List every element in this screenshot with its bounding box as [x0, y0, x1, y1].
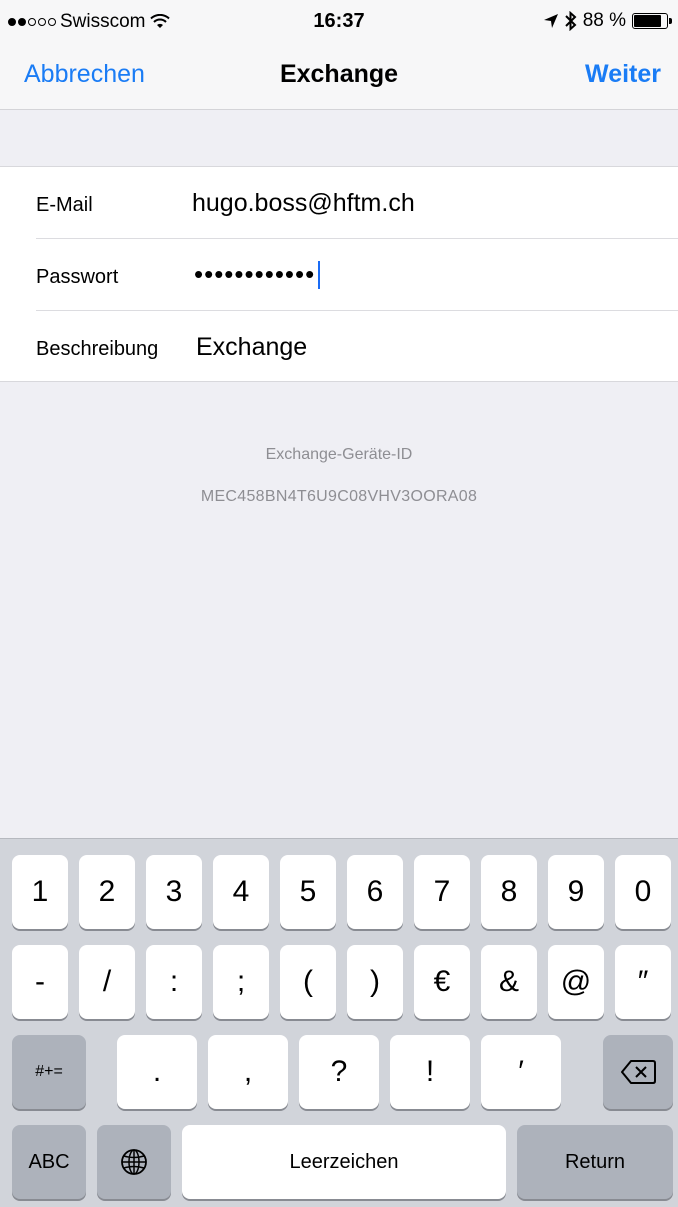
key-1[interactable]: 1 — [12, 855, 68, 929]
key-semicolon[interactable]: ; — [213, 945, 269, 1019]
key-at[interactable]: @ — [548, 945, 604, 1019]
description-field[interactable]: Exchange — [196, 333, 307, 362]
page-title: Exchange — [279, 60, 399, 88]
globe-icon — [121, 1149, 147, 1175]
email-label: E-Mail — [36, 194, 93, 216]
device-id-label: Exchange-Geräte-ID — [265, 446, 413, 463]
email-field[interactable]: hugo.boss@hftm.ch — [192, 189, 415, 218]
key-apostrophe[interactable]: ′ — [481, 1035, 561, 1109]
key-ampersand[interactable]: & — [481, 945, 537, 1019]
status-bar: Swisscom 16:37 88 % — [0, 0, 678, 40]
battery-icon — [632, 13, 672, 29]
key-double-quote[interactable]: ″ — [615, 945, 671, 1019]
key-euro[interactable]: € — [414, 945, 470, 1019]
backspace-key[interactable] — [603, 1035, 673, 1109]
key-hyphen[interactable]: - — [12, 945, 68, 1019]
status-bar-right: 88 % — [543, 10, 672, 32]
key-exclamation[interactable]: ! — [390, 1035, 470, 1109]
globe-key[interactable] — [97, 1125, 171, 1199]
key-2[interactable]: 2 — [79, 855, 135, 929]
next-button[interactable]: Weiter — [585, 60, 661, 89]
password-dots: •••••••••••• — [194, 259, 316, 289]
device-id-value: MEC458BN4T6U9C08VHV3OORA08 — [200, 488, 478, 505]
key-question[interactable]: ? — [299, 1035, 379, 1109]
battery-percent: 88 % — [582, 10, 626, 31]
key-colon[interactable]: : — [146, 945, 202, 1019]
space-key[interactable]: Leerzeichen — [182, 1125, 506, 1199]
key-7[interactable]: 7 — [414, 855, 470, 929]
key-period[interactable]: . — [117, 1035, 197, 1109]
password-label: Passwort — [36, 266, 119, 288]
backspace-icon — [621, 1060, 656, 1084]
key-6[interactable]: 6 — [347, 855, 403, 929]
navigation-bar: Abbrechen Exchange Weiter — [0, 40, 678, 110]
return-key[interactable]: Return — [517, 1125, 673, 1199]
key-open-paren[interactable]: ( — [280, 945, 336, 1019]
location-arrow-icon — [543, 14, 558, 28]
key-4[interactable]: 4 — [213, 855, 269, 929]
key-5[interactable]: 5 — [280, 855, 336, 929]
bluetooth-icon — [564, 11, 577, 31]
key-slash[interactable]: / — [79, 945, 135, 1019]
key-comma[interactable]: , — [208, 1035, 288, 1109]
abc-switch-key[interactable]: ABC — [12, 1125, 86, 1199]
symbols-switch-key[interactable]: #+= — [12, 1035, 86, 1109]
keyboard: 1 2 3 4 5 6 7 8 9 0 - / : ; ( ) € & @ ″ … — [0, 838, 678, 1207]
key-close-paren[interactable]: ) — [347, 945, 403, 1019]
description-label: Beschreibung — [36, 338, 159, 360]
key-8[interactable]: 8 — [481, 855, 537, 929]
password-field[interactable]: •••••••••••• — [194, 259, 321, 290]
account-form: E-Mail hugo.boss@hftm.ch Passwort ••••••… — [0, 166, 678, 382]
key-3[interactable]: 3 — [146, 855, 202, 929]
description-row[interactable]: Beschreibung Exchange — [36, 311, 678, 383]
key-9[interactable]: 9 — [548, 855, 604, 929]
key-0[interactable]: 0 — [615, 855, 671, 929]
email-row[interactable]: E-Mail hugo.boss@hftm.ch — [36, 167, 678, 239]
password-row[interactable]: Passwort •••••••••••• — [36, 239, 678, 311]
text-cursor — [318, 260, 321, 289]
